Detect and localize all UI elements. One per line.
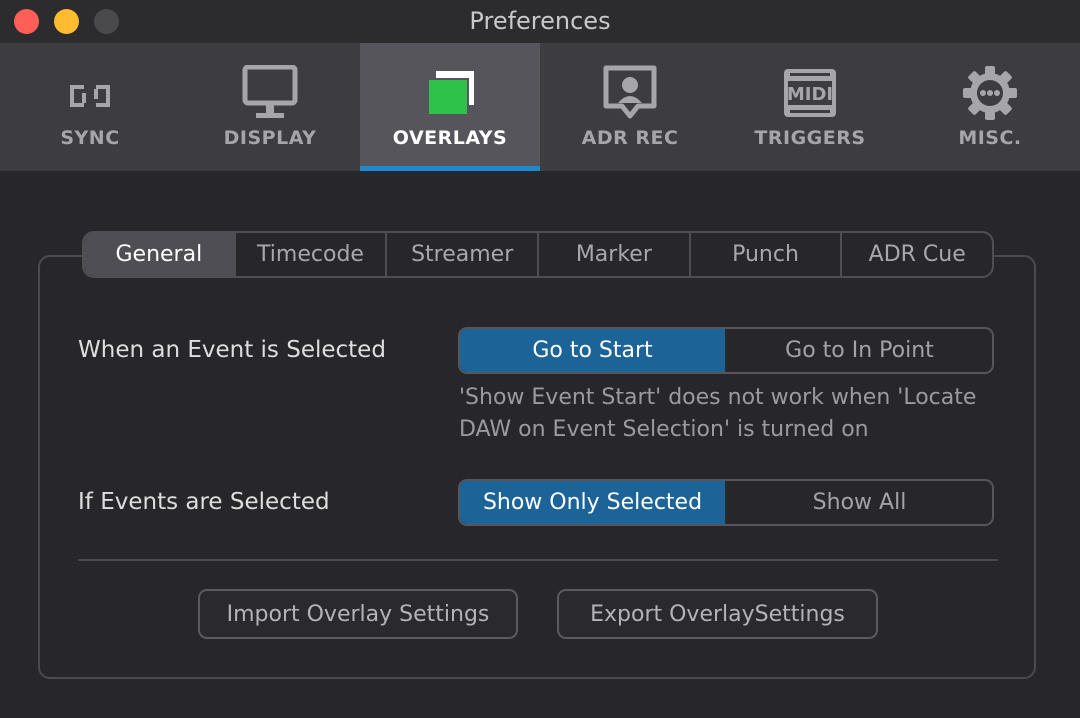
toolbar-item-label: ADR REC xyxy=(581,127,679,149)
tab-streamer[interactable]: Streamer xyxy=(387,233,540,276)
tab-marker[interactable]: Marker xyxy=(539,233,691,276)
monitor-icon xyxy=(242,65,298,118)
go-to-start-option[interactable]: Go to Start xyxy=(460,329,725,372)
event-selected-label: When an Event is Selected xyxy=(78,337,386,363)
preferences-toolbar: SYNC DISPLAY OVERLAYS ADR REC MIDI TRIGG… xyxy=(0,43,1080,171)
tab-punch[interactable]: Punch xyxy=(691,233,843,276)
toolbar-item-label: DISPLAY xyxy=(223,127,317,149)
events-selected-label: If Events are Selected xyxy=(78,489,330,515)
overlay-subtabs: General Timecode Streamer Marker Punch A… xyxy=(82,231,994,278)
svg-text:MIDI: MIDI xyxy=(787,84,833,105)
sync-icon xyxy=(70,85,110,107)
go-to-in-point-option[interactable]: Go to In Point xyxy=(725,329,992,372)
title-bar: Preferences xyxy=(0,0,1080,43)
show-all-option[interactable]: Show All xyxy=(725,481,992,524)
tab-timecode[interactable]: Timecode xyxy=(236,233,388,276)
section-divider xyxy=(78,559,998,561)
toolbar-item-adr-rec[interactable]: ADR REC xyxy=(540,43,720,171)
toolbar-item-triggers[interactable]: MIDI TRIGGERS xyxy=(720,43,900,171)
tab-general[interactable]: General xyxy=(84,233,236,276)
toolbar-item-overlays[interactable]: OVERLAYS xyxy=(360,43,540,171)
toolbar-item-display[interactable]: DISPLAY xyxy=(180,43,360,171)
toolbar-item-label: OVERLAYS xyxy=(392,127,508,149)
toolbar-item-label: MISC. xyxy=(958,127,1022,149)
event-selected-segmented-control: Go to Start Go to In Point xyxy=(458,327,994,374)
speech-bubble-icon xyxy=(603,65,657,119)
tab-adr-cue[interactable]: ADR Cue xyxy=(842,233,992,276)
preferences-window: Preferences SYNC DISPLAY OVERLAYS ADR RE… xyxy=(0,0,1080,718)
show-only-selected-option[interactable]: Show Only Selected xyxy=(460,481,725,524)
export-overlay-settings-button[interactable]: Export OverlaySettings xyxy=(557,589,878,639)
toolbar-item-sync[interactable]: SYNC xyxy=(0,43,180,171)
toolbar-item-label: TRIGGERS xyxy=(754,127,866,149)
gear-icon xyxy=(963,66,1017,120)
toolbar-item-misc[interactable]: MISC. xyxy=(900,43,1080,171)
event-selected-hint: 'Show Event Start' does not work when 'L… xyxy=(459,385,977,442)
import-overlay-settings-button[interactable]: Import Overlay Settings xyxy=(198,589,518,639)
window-title: Preferences xyxy=(469,7,611,35)
overlay-settings-panel xyxy=(38,255,1036,679)
events-selected-segmented-control: Show Only Selected Show All xyxy=(458,479,994,526)
overlays-icon xyxy=(427,71,474,116)
toolbar-item-label: SYNC xyxy=(60,127,120,149)
midi-icon: MIDI xyxy=(784,69,836,117)
